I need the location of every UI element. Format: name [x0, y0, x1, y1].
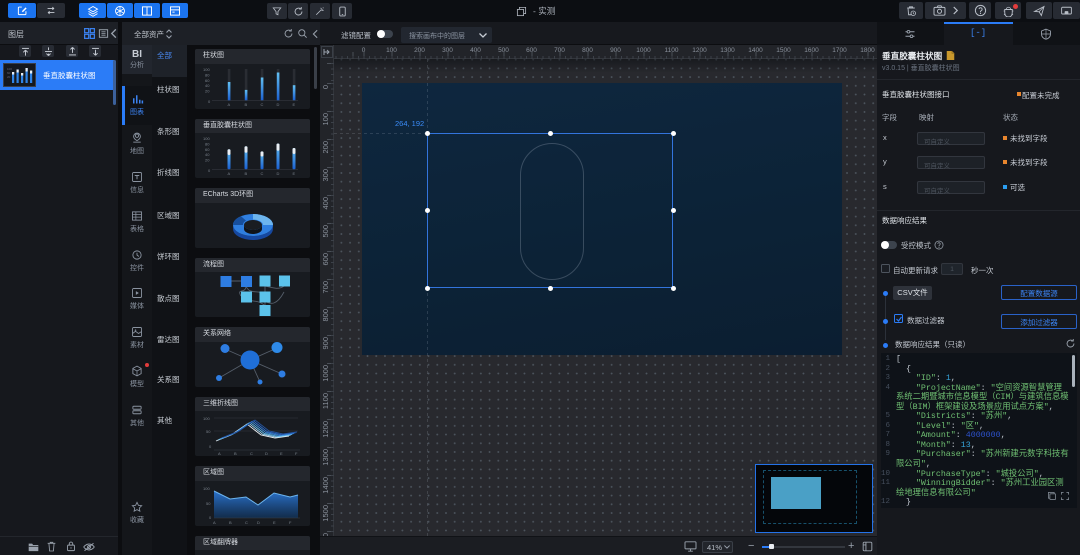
- svg-text:80: 80: [205, 72, 210, 77]
- svg-text:60: 60: [205, 77, 210, 82]
- svg-text:0: 0: [209, 515, 212, 520]
- svg-text:100: 100: [203, 416, 210, 421]
- svg-text:100: 100: [203, 486, 210, 491]
- svg-text:40: 40: [205, 83, 210, 88]
- svg-text:A: A: [218, 451, 221, 456]
- svg-text:20: 20: [205, 88, 210, 93]
- svg-text:B: B: [245, 171, 248, 176]
- svg-text:0: 0: [208, 168, 211, 173]
- svg-text:A: A: [228, 171, 231, 176]
- svg-text:D: D: [277, 171, 280, 176]
- svg-text:C: C: [245, 520, 248, 525]
- svg-text:E: E: [293, 171, 296, 176]
- svg-text:40: 40: [205, 152, 210, 157]
- svg-text:B: B: [229, 520, 232, 525]
- svg-text:D: D: [265, 451, 268, 456]
- svg-text:F: F: [295, 451, 298, 456]
- svg-text:80: 80: [205, 141, 210, 146]
- svg-text:B: B: [245, 102, 248, 107]
- svg-text:B: B: [234, 451, 237, 456]
- svg-text:0: 0: [208, 99, 211, 104]
- svg-text:0: 0: [209, 444, 212, 449]
- svg-text:A: A: [228, 102, 231, 107]
- svg-text:100: 100: [203, 67, 210, 72]
- svg-text:C: C: [261, 171, 264, 176]
- svg-text:C: C: [261, 102, 264, 107]
- svg-text:20: 20: [7, 75, 11, 79]
- svg-text:20: 20: [205, 158, 210, 163]
- svg-text:F: F: [289, 520, 292, 525]
- svg-text:50: 50: [206, 501, 211, 506]
- svg-text:E: E: [293, 102, 296, 107]
- svg-text:E: E: [280, 451, 283, 456]
- svg-text:A: A: [213, 520, 216, 525]
- svg-text:50: 50: [206, 429, 211, 434]
- svg-text:100: 100: [203, 136, 210, 141]
- svg-text:E: E: [273, 520, 276, 525]
- svg-text:D: D: [277, 102, 280, 107]
- svg-text:60: 60: [205, 147, 210, 152]
- svg-text:D: D: [257, 520, 260, 525]
- svg-text:C: C: [250, 451, 253, 456]
